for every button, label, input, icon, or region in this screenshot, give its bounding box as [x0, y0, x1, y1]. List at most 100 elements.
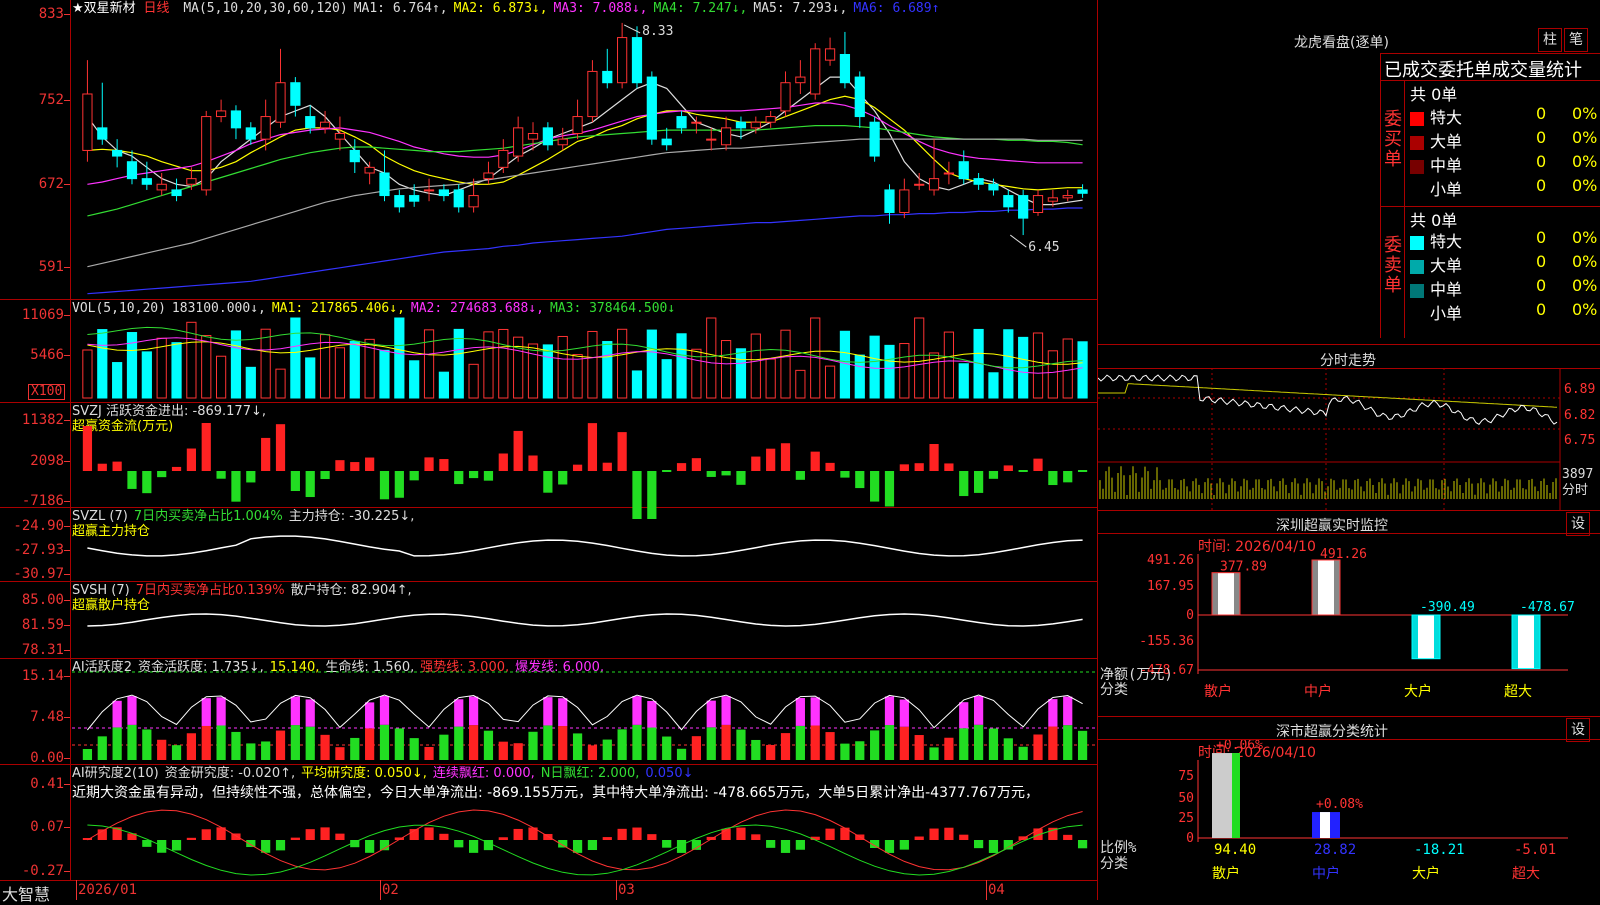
flow-bar — [766, 448, 776, 471]
volume-bar — [661, 359, 672, 399]
activity-bar-top — [468, 696, 479, 726]
candle-body — [557, 138, 568, 146]
buy-total: 共 0单 — [1410, 85, 1458, 104]
category-swatch — [1410, 283, 1424, 298]
candle-body — [810, 48, 821, 95]
activity-bar — [157, 739, 167, 760]
order-stat-row: 特大 0 0% — [1410, 104, 1600, 127]
volume-bar — [765, 358, 776, 399]
category-name: 中单 — [1430, 156, 1463, 175]
volume-bar — [498, 328, 509, 399]
activity-bar-top — [721, 696, 731, 725]
category-swatch — [1410, 184, 1424, 198]
flow-bar — [201, 423, 211, 471]
category-name: 特大 — [1430, 232, 1463, 251]
activity-bar-top — [305, 699, 315, 727]
low-marker-label: 6.45 — [1028, 240, 1059, 255]
candle-body — [899, 189, 910, 213]
research-bar — [246, 840, 256, 848]
activity-bar — [379, 724, 390, 760]
activity-bar — [127, 724, 137, 760]
date-tick-label: 02 — [382, 882, 399, 898]
activity-line — [87, 694, 1083, 731]
candle-body — [156, 183, 167, 191]
volume-bar — [453, 328, 464, 399]
category-percent: 0% — [1572, 300, 1598, 319]
research-bar — [439, 833, 449, 840]
candle-body — [676, 116, 687, 129]
monitor-title: 深圳超赢实时监控 — [1276, 518, 1388, 534]
monitor-bar-shade — [1312, 560, 1318, 615]
retail-line — [87, 613, 1083, 627]
volume-bar — [617, 328, 628, 399]
stats-side-divider — [1404, 80, 1405, 338]
flow-bar — [632, 471, 642, 519]
monitor-category: 大户 — [1404, 683, 1432, 700]
activity-bar — [766, 744, 776, 760]
flow-bar — [379, 471, 390, 500]
research-bar — [335, 833, 345, 840]
intraday-price-line — [1098, 374, 1558, 425]
research-bar — [944, 827, 954, 840]
flow-bar — [617, 432, 627, 471]
category-swatch — [1410, 159, 1424, 174]
activity-bar — [780, 733, 791, 760]
flow-bar — [1048, 471, 1058, 486]
volume-bar — [527, 343, 539, 399]
flow-bar — [647, 471, 657, 519]
candle-body — [498, 149, 509, 168]
flow-bar — [275, 424, 286, 471]
activity-bar — [216, 725, 226, 760]
flow-bar — [676, 463, 687, 471]
volume-bar — [230, 330, 242, 399]
research-bar — [662, 840, 672, 848]
volume-bar — [676, 333, 687, 399]
candle-body — [513, 127, 524, 157]
category-swatch — [1410, 235, 1424, 250]
activity-bar-top — [454, 699, 464, 727]
flow-bar — [394, 471, 404, 498]
candle-body — [468, 195, 479, 208]
monitor-axis-label: 0 — [1186, 608, 1194, 623]
category-name: 小单 — [1430, 180, 1463, 199]
volume-bar — [245, 366, 256, 399]
volume-bar — [319, 334, 331, 399]
candle-body — [750, 121, 761, 129]
monitor-bar-shade — [1234, 572, 1240, 615]
flow-bar — [587, 423, 598, 471]
activity-bar — [795, 725, 805, 760]
volume-bar — [201, 335, 212, 399]
candle-body — [97, 127, 108, 140]
intraday-chart[interactable]: 6.89 6.82 6.75 3897分时 — [1098, 368, 1600, 510]
category-count: 0 — [1536, 300, 1547, 319]
research-bar — [186, 837, 197, 840]
order-stat-row: 大单 0 0% — [1410, 252, 1600, 275]
volume-bar — [438, 371, 450, 399]
research-bar — [736, 827, 746, 840]
flow-bar — [543, 471, 553, 493]
research-bar — [275, 840, 286, 851]
volume-bar — [795, 369, 806, 399]
flow-bar — [810, 451, 820, 471]
tick-mode-button[interactable]: 笔 — [1564, 28, 1588, 52]
flow-bar — [1063, 471, 1073, 483]
activity-bar-top — [112, 700, 122, 728]
volume-bar — [141, 351, 152, 399]
candle-body — [988, 183, 999, 191]
monitor-bottom-divider — [1098, 716, 1600, 717]
monitor-bar-shade — [1434, 615, 1440, 659]
activity-bar-top — [647, 700, 657, 728]
activity-bar — [320, 734, 330, 760]
volume-bar — [720, 340, 732, 399]
bar-mode-button[interactable]: 柱 — [1538, 28, 1562, 52]
activity-bar — [1018, 746, 1028, 760]
flow-bar — [959, 471, 969, 497]
monitor-axis-label: 167.95 — [1147, 579, 1194, 594]
main-chart-svg: 8.33 6.45 — [72, 22, 1096, 876]
main-chart-area[interactable]: ★双星新材 日线 MA(5,10,20,30,60,120) MA1: 6.764… — [0, 0, 1098, 904]
category-percent: 0% — [1572, 128, 1598, 147]
candle-body — [795, 76, 806, 84]
activity-bar — [513, 743, 523, 760]
research-bar — [572, 840, 583, 853]
flow-bar — [736, 471, 746, 485]
